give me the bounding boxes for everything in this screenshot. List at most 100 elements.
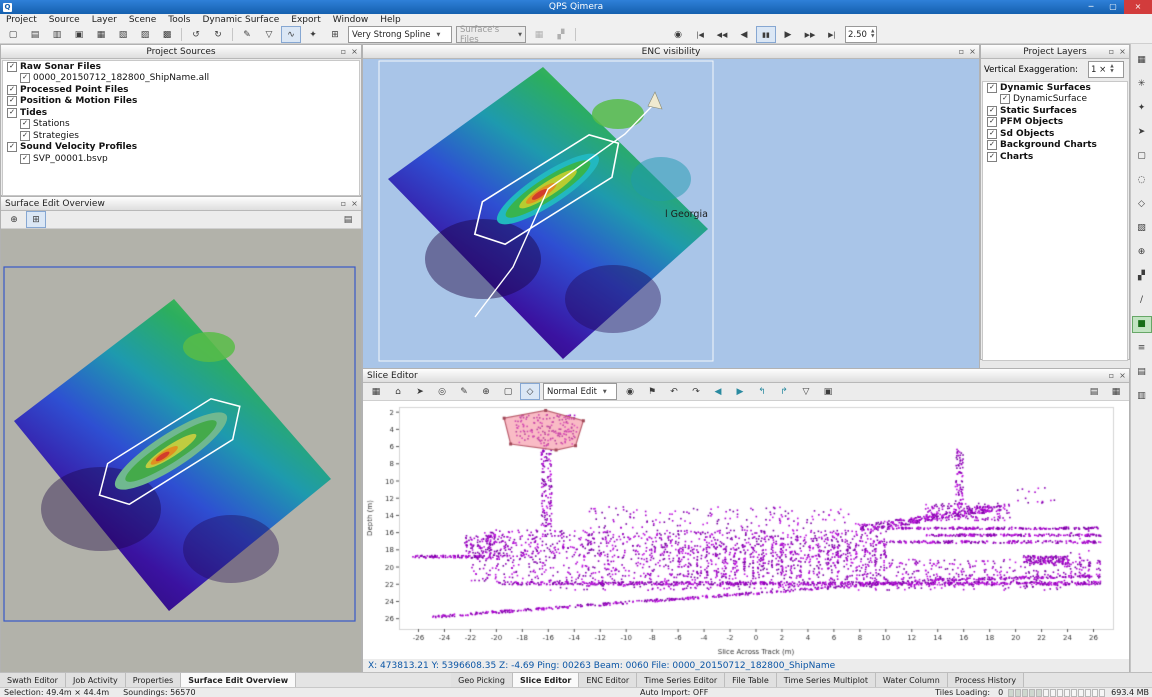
snapshot-icon[interactable]: ▣: [818, 383, 838, 400]
accept-backward-icon[interactable]: ↰: [752, 383, 772, 400]
tab-job-activity[interactable]: Job Activity: [66, 673, 126, 688]
eraser-icon[interactable]: ▨: [1132, 220, 1152, 237]
record-icon[interactable]: ◉: [668, 26, 688, 43]
checkbox[interactable]: ✓: [7, 85, 17, 95]
process-icon[interactable]: ↺: [186, 26, 206, 43]
slice-scatter-plot[interactable]: [363, 401, 1129, 659]
menu-item-dynamic-surface[interactable]: Dynamic Surface: [196, 14, 285, 26]
new-project-icon[interactable]: ▢: [3, 26, 23, 43]
filter-tool-icon[interactable]: ▽: [259, 26, 279, 43]
edit-surface-icon[interactable]: ✎: [237, 26, 257, 43]
layers-icon[interactable]: ≡: [1132, 340, 1152, 357]
checkbox[interactable]: ✓: [987, 129, 997, 139]
checkbox[interactable]: ✓: [987, 152, 997, 162]
add-svp-icon[interactable]: ▩: [157, 26, 177, 43]
zoom-icon[interactable]: ◎: [432, 383, 452, 400]
checkbox[interactable]: ✓: [987, 140, 997, 150]
flag-icon[interactable]: ⚑: [642, 383, 662, 400]
rect-select-icon[interactable]: ▢: [1132, 148, 1152, 165]
menu-item-window[interactable]: Window: [327, 14, 375, 26]
frame-icon[interactable]: ▦: [366, 383, 386, 400]
step-backward-icon[interactable]: ◀: [734, 26, 754, 43]
rotate-view-icon[interactable]: ✳: [1132, 76, 1152, 93]
tab-time-series-editor[interactable]: Time Series Editor: [637, 673, 725, 688]
open-project-icon[interactable]: ▤: [25, 26, 45, 43]
menu-item-source[interactable]: Source: [43, 14, 86, 26]
float-panel-button[interactable]: ▫: [956, 46, 967, 57]
polygon-select-icon[interactable]: ◇: [1132, 196, 1152, 213]
tab-swath-editor[interactable]: Swath Editor: [0, 673, 66, 688]
grid-b-icon[interactable]: ▞: [551, 26, 571, 43]
menu-item-project[interactable]: Project: [0, 14, 43, 26]
tab-geo-picking[interactable]: Geo Picking: [451, 673, 513, 688]
tab-enc-editor[interactable]: ENC Editor: [579, 673, 637, 688]
minimize-button[interactable]: ─: [1080, 0, 1102, 14]
save-project-icon[interactable]: ▥: [47, 26, 67, 43]
pencil-edit-icon[interactable]: ✎: [454, 383, 474, 400]
tree-item-charts[interactable]: ✓Charts: [983, 151, 1127, 163]
reprocess-icon[interactable]: ↻: [208, 26, 228, 43]
close-panel-button[interactable]: ×: [1117, 46, 1128, 57]
checkbox[interactable]: ✓: [987, 83, 997, 93]
tab-file-table[interactable]: File Table: [725, 673, 777, 688]
tree-item-raw-sonar-files[interactable]: ✓Raw Sonar Files: [3, 61, 359, 73]
vertical-exaggeration-spinner[interactable]: 1 × ▲▼: [1088, 61, 1124, 78]
lasso-select-icon[interactable]: ◌: [1132, 172, 1152, 189]
fast-forward-icon[interactable]: ▶▶: [800, 26, 820, 43]
checkbox[interactable]: ✓: [20, 131, 30, 141]
tree-item-0000-20150712-182800-shipname-all[interactable]: ✓0000_20150712_182800_ShipName.all: [3, 73, 359, 85]
tree-item-stations[interactable]: ✓Stations: [3, 119, 359, 131]
spinner-arrows-icon[interactable]: ▲▼: [1110, 65, 1113, 74]
report-icon[interactable]: ▤: [1084, 383, 1104, 400]
add-position-icon[interactable]: ▧: [113, 26, 133, 43]
tab-process-history[interactable]: Process History: [948, 673, 1024, 688]
reject-backward-icon[interactable]: ◀: [708, 383, 728, 400]
tree-item-sound-velocity-profiles[interactable]: ✓Sound Velocity Profiles: [3, 142, 359, 154]
menu-item-help[interactable]: Help: [374, 14, 407, 26]
point-select-icon[interactable]: ✦: [1132, 100, 1152, 117]
tab-time-series-multiplot[interactable]: Time Series Multiplot: [777, 673, 876, 688]
grid-tool-icon[interactable]: ⊞: [325, 26, 345, 43]
filter-icon[interactable]: ▽: [796, 383, 816, 400]
undo-icon[interactable]: ↶: [664, 383, 684, 400]
checkbox[interactable]: ✓: [7, 96, 17, 106]
tab-water-column[interactable]: Water Column: [876, 673, 948, 688]
overview-settings-icon[interactable]: ▤: [338, 211, 358, 228]
tree-item-background-charts[interactable]: ✓Background Charts: [983, 140, 1127, 152]
step-forward-icon[interactable]: ▶: [778, 26, 798, 43]
add-processed-points-icon[interactable]: ▦: [91, 26, 111, 43]
spline-strength-combo[interactable]: Very Strong Spline ▼: [348, 26, 452, 43]
float-panel-button[interactable]: ▫: [338, 46, 349, 57]
checkbox[interactable]: ✓: [20, 154, 30, 164]
float-panel-button[interactable]: ▫: [1106, 46, 1117, 57]
spinner-arrows-icon[interactable]: ▲▼: [871, 30, 874, 39]
pan-mode-icon[interactable]: ⊞: [26, 211, 46, 228]
close-panel-button[interactable]: ×: [1117, 370, 1128, 381]
enc-viewport[interactable]: l Georgia: [363, 59, 979, 368]
histogram-icon[interactable]: ▞: [1132, 268, 1152, 285]
checkbox[interactable]: ✓: [20, 119, 30, 129]
tab-properties[interactable]: Properties: [126, 673, 181, 688]
tab-surface-edit-overview[interactable]: Surface Edit Overview: [181, 673, 296, 688]
select-rect-icon[interactable]: ▢: [498, 383, 518, 400]
float-panel-button[interactable]: ▫: [1106, 370, 1117, 381]
checkbox[interactable]: ✓: [987, 106, 997, 116]
cursor-icon[interactable]: ➤: [410, 383, 430, 400]
select-poly-icon[interactable]: ◇: [520, 383, 540, 400]
probe-icon[interactable]: ◉: [620, 383, 640, 400]
tree-item-svp-00001-bsvp[interactable]: ✓SVP_00001.bsvp: [3, 153, 359, 165]
maximize-button[interactable]: ▢: [1102, 0, 1124, 14]
fast-backward-icon[interactable]: ◀◀: [712, 26, 732, 43]
globe-icon[interactable]: ⊕: [1132, 244, 1152, 261]
tree-item-dynamicsurface[interactable]: ✓DynamicSurface: [983, 94, 1127, 106]
reject-forward-icon[interactable]: ▶: [730, 383, 750, 400]
cursor-icon[interactable]: ➤: [1132, 124, 1152, 141]
overview-viewport[interactable]: [1, 229, 361, 673]
tree-item-static-surfaces[interactable]: ✓Static Surfaces: [983, 105, 1127, 117]
tree-item-position-motion-files[interactable]: ✓Position & Motion Files: [3, 96, 359, 108]
checkbox[interactable]: ✓: [20, 73, 30, 83]
surface-files-combo[interactable]: Surface's Files ▼: [456, 26, 526, 43]
close-button[interactable]: ×: [1124, 0, 1152, 14]
playback-speed-spinner[interactable]: 2.50 ▲▼: [845, 26, 877, 43]
add-tide-icon[interactable]: ▨: [135, 26, 155, 43]
